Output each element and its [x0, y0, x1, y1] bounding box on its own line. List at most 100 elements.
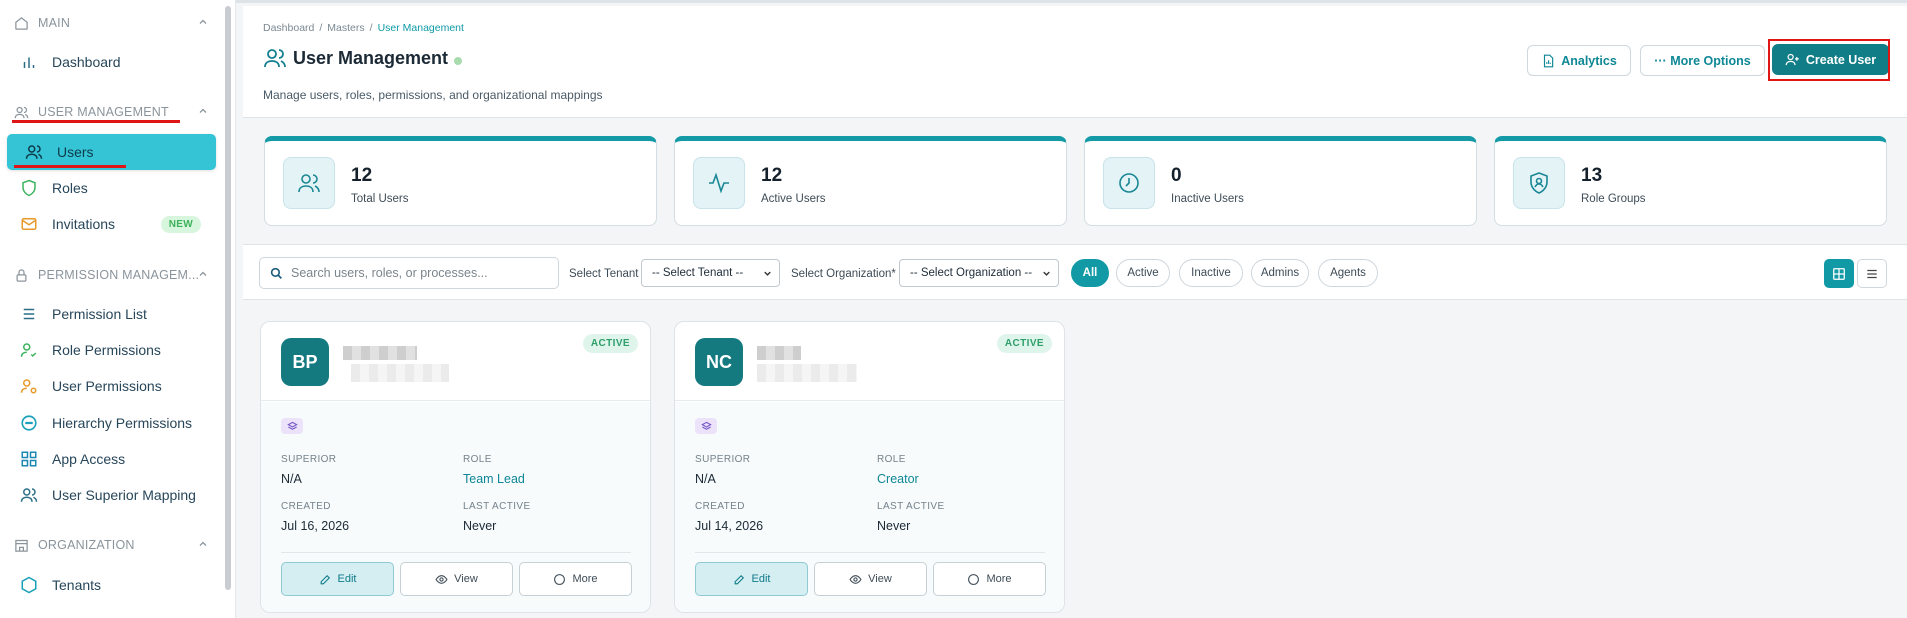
list-view-button[interactable] — [1857, 259, 1887, 288]
sidebar-item-user-permissions[interactable]: User Permissions — [20, 374, 215, 398]
chevron-up-icon[interactable] — [197, 538, 209, 550]
pencil-icon — [734, 574, 744, 584]
eye-icon — [435, 574, 448, 584]
breadcrumb-dashboard[interactable]: Dashboard — [263, 22, 314, 34]
layers-icon — [286, 421, 298, 430]
pencil-icon — [320, 574, 330, 584]
more-circle-icon — [968, 573, 980, 585]
sidebar-item-hierarchy-permissions[interactable]: Hierarchy Permissions — [20, 411, 215, 435]
edit-button[interactable]: Edit — [695, 562, 808, 596]
sidebar-item-label: User Permissions — [52, 378, 162, 394]
hexagon-icon — [21, 576, 37, 594]
section-user-management[interactable]: USER MANAGEMENT — [14, 102, 209, 122]
sidebar-item-user-superior-mapping[interactable]: User Superior Mapping — [20, 483, 215, 507]
sidebar-item-permission-list[interactable]: Permission List — [20, 302, 215, 326]
user-card-header: NC ACTIVE — [675, 322, 1064, 401]
analytics-button[interactable]: Analytics — [1527, 45, 1631, 76]
role-value[interactable]: Team Lead — [463, 472, 525, 486]
avatar: BP — [281, 338, 329, 386]
divider — [281, 552, 631, 553]
sidebar-item-label: Permission List — [52, 306, 147, 322]
stat-value: 0 — [1171, 165, 1182, 186]
stat-icon-box — [1513, 157, 1565, 209]
file-chart-icon — [1544, 54, 1554, 67]
activity-icon — [709, 172, 729, 194]
breadcrumb-current: User Management — [377, 22, 464, 34]
search-input[interactable] — [291, 266, 551, 280]
role-value[interactable]: Creator — [877, 472, 919, 486]
filter-pill-agents[interactable]: Agents — [1318, 259, 1378, 287]
more-button[interactable]: More — [519, 562, 632, 596]
stat-icon-box — [693, 157, 745, 209]
section-main[interactable]: MAIN — [14, 13, 209, 33]
stat-icon-box — [283, 157, 335, 209]
page-title: User Management — [263, 46, 463, 70]
edit-button-label: Edit — [751, 573, 771, 585]
section-permission-label: PERMISSION MANAGEM... — [38, 268, 200, 282]
section-organization[interactable]: ORGANIZATION — [14, 535, 209, 555]
section-user-management-label: USER MANAGEMENT — [38, 105, 169, 119]
user-card[interactable]: NC ACTIVE SUPERIOR N/A ROLE Creator CREA… — [674, 321, 1065, 613]
tenant-select[interactable]: -- Select Tenant -- — [641, 259, 780, 287]
stat-value: 12 — [761, 165, 783, 186]
chevron-up-icon[interactable] — [197, 16, 209, 28]
user-card-header: BP ACTIVE — [261, 322, 650, 401]
organization-select[interactable]: -- Select Organization -- — [899, 259, 1059, 287]
view-button[interactable]: View — [400, 562, 513, 596]
chevron-down-icon — [764, 271, 771, 276]
users-icon — [14, 106, 29, 118]
sidebar-item-label: Dashboard — [52, 54, 121, 70]
sidebar-item-dashboard[interactable]: Dashboard — [20, 50, 215, 74]
sidebar-item-label: Invitations — [52, 216, 116, 232]
stat-card-active-users: 12 Active Users — [674, 136, 1067, 226]
users-icon — [264, 49, 286, 68]
annotation-highlight-box — [1768, 39, 1890, 81]
breadcrumb-separator: / — [319, 22, 323, 34]
breadcrumb-separator: / — [369, 22, 373, 34]
page-header: Dashboard / Masters / User Management Us… — [243, 6, 1907, 118]
redacted-email — [351, 364, 449, 382]
breadcrumb-masters[interactable]: Masters — [327, 22, 364, 34]
more-button[interactable]: More — [933, 562, 1046, 596]
superior-value: N/A — [695, 472, 716, 486]
user-card[interactable]: BP ACTIVE SUPERIOR N/A ROLE Team Lead CR… — [260, 321, 651, 613]
filter-pill-active[interactable]: Active — [1116, 259, 1170, 287]
section-organization-label: ORGANIZATION — [38, 538, 135, 552]
grid-icon — [1833, 267, 1845, 280]
grid-view-button[interactable] — [1824, 259, 1854, 288]
search-box[interactable] — [259, 257, 559, 289]
filter-pill-inactive[interactable]: Inactive — [1179, 259, 1243, 287]
search-icon — [270, 267, 282, 279]
last-active-label: LAST ACTIVE — [877, 501, 945, 512]
chevron-up-icon[interactable] — [197, 268, 209, 280]
clock-icon — [1119, 173, 1139, 193]
users-icon — [20, 488, 38, 502]
sidebar-item-role-permissions[interactable]: Role Permissions — [20, 338, 215, 362]
chevron-up-icon[interactable] — [197, 105, 209, 117]
section-permission-management[interactable]: PERMISSION MANAGEM... — [14, 265, 209, 285]
edit-button[interactable]: Edit — [281, 562, 394, 596]
filter-pill-all[interactable]: All — [1071, 259, 1109, 287]
last-active-value: Never — [463, 519, 497, 533]
sidebar-scrollbar[interactable] — [225, 6, 231, 590]
stat-card-total-users: 12 Total Users — [264, 136, 657, 226]
view-button[interactable]: View — [814, 562, 927, 596]
grid-icon — [21, 451, 37, 467]
sidebar-item-label: User Superior Mapping — [52, 487, 196, 503]
users-icon — [25, 145, 43, 159]
building-icon — [15, 539, 28, 552]
shield-user-icon — [1530, 172, 1548, 194]
sidebar-item-roles[interactable]: Roles — [20, 176, 215, 200]
annotation-underline — [12, 120, 180, 123]
sidebar-item-app-access[interactable]: App Access — [20, 447, 215, 471]
sidebar: MAIN Dashboard USER MANAGEMENT Users Rol… — [0, 0, 236, 618]
more-options-button[interactable]: ··· More Options — [1640, 45, 1765, 76]
filter-pill-admins[interactable]: Admins — [1251, 259, 1309, 287]
created-label: CREATED — [695, 501, 745, 512]
view-button-label: View — [454, 573, 478, 585]
lock-icon — [16, 268, 27, 282]
annotation-underline — [14, 165, 126, 168]
sidebar-item-label: Tenants — [52, 577, 102, 593]
sidebar-item-tenants[interactable]: Tenants — [20, 573, 215, 597]
sidebar-item-invitations[interactable]: Invitations NEW — [20, 212, 215, 236]
